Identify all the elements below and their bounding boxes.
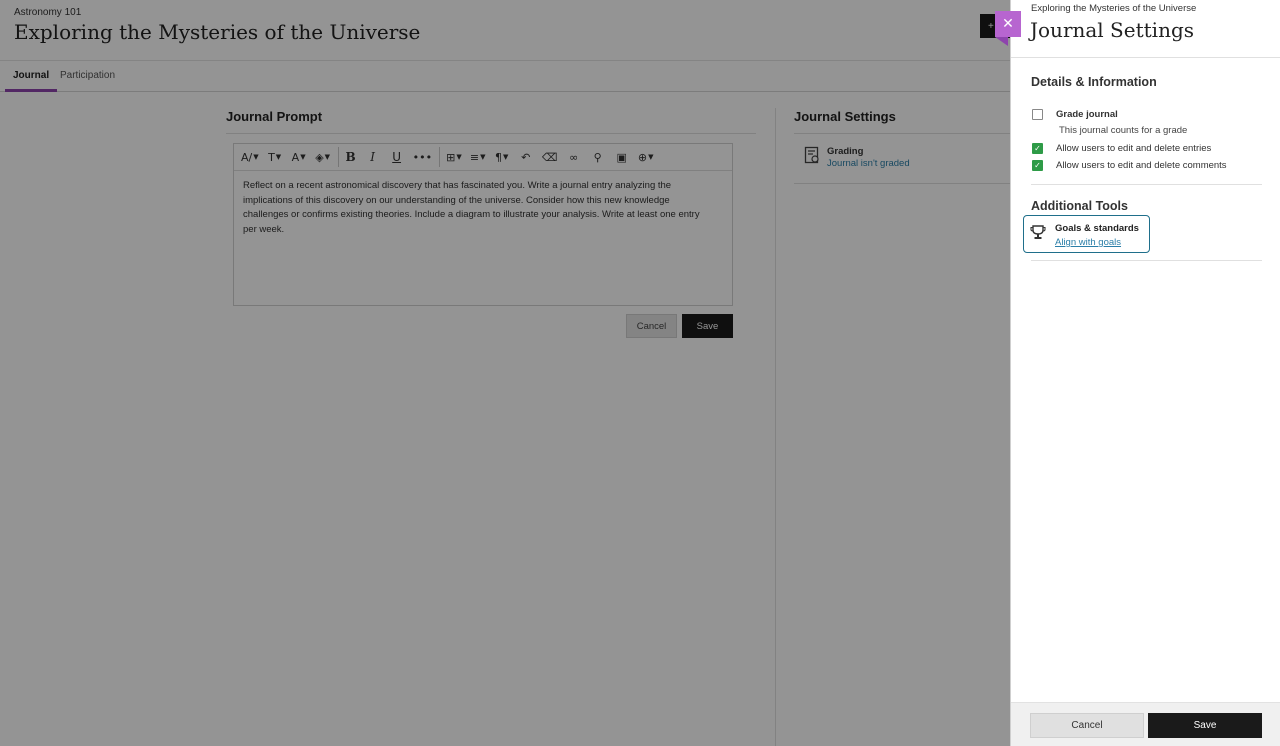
journal-settings-panel: Exploring the Mysteries of the Universe … xyxy=(1010,0,1280,746)
divider xyxy=(1031,260,1262,261)
grade-journal-checkbox[interactable] xyxy=(1032,109,1043,120)
goals-standards-title: Goals & standards xyxy=(1055,223,1139,234)
edit-entries-checkbox[interactable]: ✓ xyxy=(1032,143,1043,154)
divider xyxy=(1031,184,1262,185)
edit-comments-label[interactable]: Allow users to edit and delete comments xyxy=(1056,160,1227,171)
edit-entries-label[interactable]: Allow users to edit and delete entries xyxy=(1056,143,1211,154)
close-panel-button[interactable]: ✕ xyxy=(995,11,1021,37)
panel-footer: Cancel Save xyxy=(1011,702,1280,746)
close-button-tail xyxy=(995,37,1008,46)
goals-standards-card[interactable]: Goals & standards Align with goals xyxy=(1023,215,1150,253)
trophy-icon xyxy=(1030,225,1046,239)
panel-subtitle: Exploring the Mysteries of the Universe xyxy=(1031,3,1197,14)
align-with-goals-link[interactable]: Align with goals xyxy=(1055,237,1121,248)
modal-overlay[interactable] xyxy=(0,0,1010,746)
save-button[interactable]: Save xyxy=(1148,713,1262,738)
grade-journal-label[interactable]: Grade journal xyxy=(1056,109,1118,120)
panel-title: Journal Settings xyxy=(1030,18,1195,42)
additional-tools-heading: Additional Tools xyxy=(1031,199,1128,213)
cancel-button[interactable]: Cancel xyxy=(1030,713,1144,738)
details-heading: Details & Information xyxy=(1031,75,1157,89)
grade-journal-help: This journal counts for a grade xyxy=(1059,125,1188,136)
edit-comments-checkbox[interactable]: ✓ xyxy=(1032,160,1043,171)
divider xyxy=(1011,57,1280,58)
